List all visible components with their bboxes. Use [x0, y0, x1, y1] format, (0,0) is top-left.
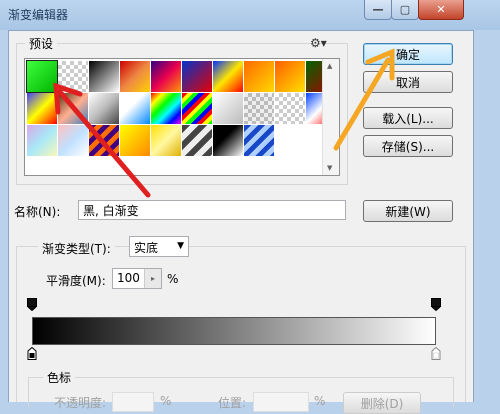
presets-title: 预设	[25, 35, 58, 52]
preset-swatch[interactable]	[244, 93, 274, 124]
preset-swatch[interactable]	[275, 61, 305, 92]
name-label: 名称(N):	[14, 205, 61, 219]
gradient-type-value: 实底	[134, 241, 159, 255]
preset-list[interactable]: ▲ ▼	[24, 58, 340, 176]
smoothness-value: 100	[117, 271, 140, 285]
preset-swatch[interactable]	[27, 93, 57, 124]
color-stop-left[interactable]	[27, 347, 37, 360]
load-button[interactable]: 载入(L)...	[363, 107, 453, 129]
gradient-preview-bar[interactable]	[32, 317, 436, 345]
smoothness-unit: %	[167, 272, 179, 286]
preset-swatch[interactable]	[89, 125, 119, 156]
preset-swatch[interactable]	[213, 93, 243, 124]
gear-icon[interactable]: ⚙▾	[310, 36, 327, 50]
preset-swatch[interactable]	[120, 93, 150, 124]
maximize-button[interactable]: ▢	[391, 0, 419, 20]
preset-swatch[interactable]	[182, 61, 212, 92]
minimize-button[interactable]: —	[364, 0, 392, 20]
smoothness-stepper[interactable]: 100 ▸	[112, 268, 162, 289]
preset-swatch[interactable]	[89, 93, 119, 124]
smoothness-label: 平滑度(M):	[46, 274, 106, 288]
preset-grid	[26, 60, 336, 156]
ok-button[interactable]: 确定	[363, 43, 453, 65]
opacity-stop-left[interactable]	[27, 298, 37, 311]
preset-swatch[interactable]	[27, 125, 57, 156]
opacity-stop-right[interactable]	[431, 298, 441, 311]
gradient-type-label: 渐变类型(T):	[38, 240, 115, 257]
smoothness-arrow-icon[interactable]: ▸	[144, 269, 161, 288]
preset-swatch[interactable]	[58, 125, 88, 156]
preset-swatch[interactable]	[213, 61, 243, 92]
chevron-down-icon: ▼	[177, 241, 184, 251]
location-field[interactable]	[253, 392, 309, 412]
color-stops-title: 色标	[43, 369, 76, 386]
preset-swatch[interactable]	[244, 61, 274, 92]
color-stop-right[interactable]	[431, 347, 441, 360]
preset-swatch[interactable]	[120, 125, 150, 156]
cancel-button[interactable]: 取消	[363, 71, 453, 93]
preset-swatch[interactable]	[151, 93, 181, 124]
location-unit: %	[314, 394, 326, 408]
name-field[interactable]	[78, 200, 346, 220]
delete-button[interactable]: 删除(D)	[343, 392, 421, 414]
preset-swatch[interactable]	[151, 125, 181, 156]
close-button[interactable]: ✕	[418, 0, 464, 20]
preset-swatch[interactable]	[213, 125, 243, 156]
window-title: 渐变编辑器	[8, 8, 69, 22]
preset-swatch[interactable]	[182, 93, 212, 124]
preset-swatch[interactable]	[275, 93, 305, 124]
save-button[interactable]: 存储(S)...	[363, 135, 453, 157]
preset-swatch[interactable]	[120, 61, 150, 92]
scroll-up-icon[interactable]: ▲	[327, 62, 332, 70]
preset-swatch[interactable]	[26, 60, 58, 93]
opacity-unit: %	[160, 394, 172, 408]
preset-swatch[interactable]	[244, 125, 274, 156]
opacity-label: 不透明度:	[54, 396, 107, 410]
title-bar[interactable]: 渐变编辑器 — ▢ ✕	[0, 0, 500, 30]
preset-swatch[interactable]	[182, 125, 212, 156]
preset-swatch[interactable]	[151, 61, 181, 92]
preset-scrollbar[interactable]: ▲ ▼	[322, 59, 339, 175]
location-label: 位置:	[218, 396, 247, 410]
opacity-field[interactable]	[112, 392, 154, 412]
new-button[interactable]: 新建(W)	[363, 200, 453, 222]
preset-swatch[interactable]	[89, 61, 119, 92]
gradient-type-select[interactable]: 实底 ▼	[129, 236, 189, 257]
preset-swatch[interactable]	[58, 61, 88, 92]
preset-swatch[interactable]	[58, 93, 88, 124]
scroll-down-icon[interactable]: ▼	[327, 164, 332, 172]
